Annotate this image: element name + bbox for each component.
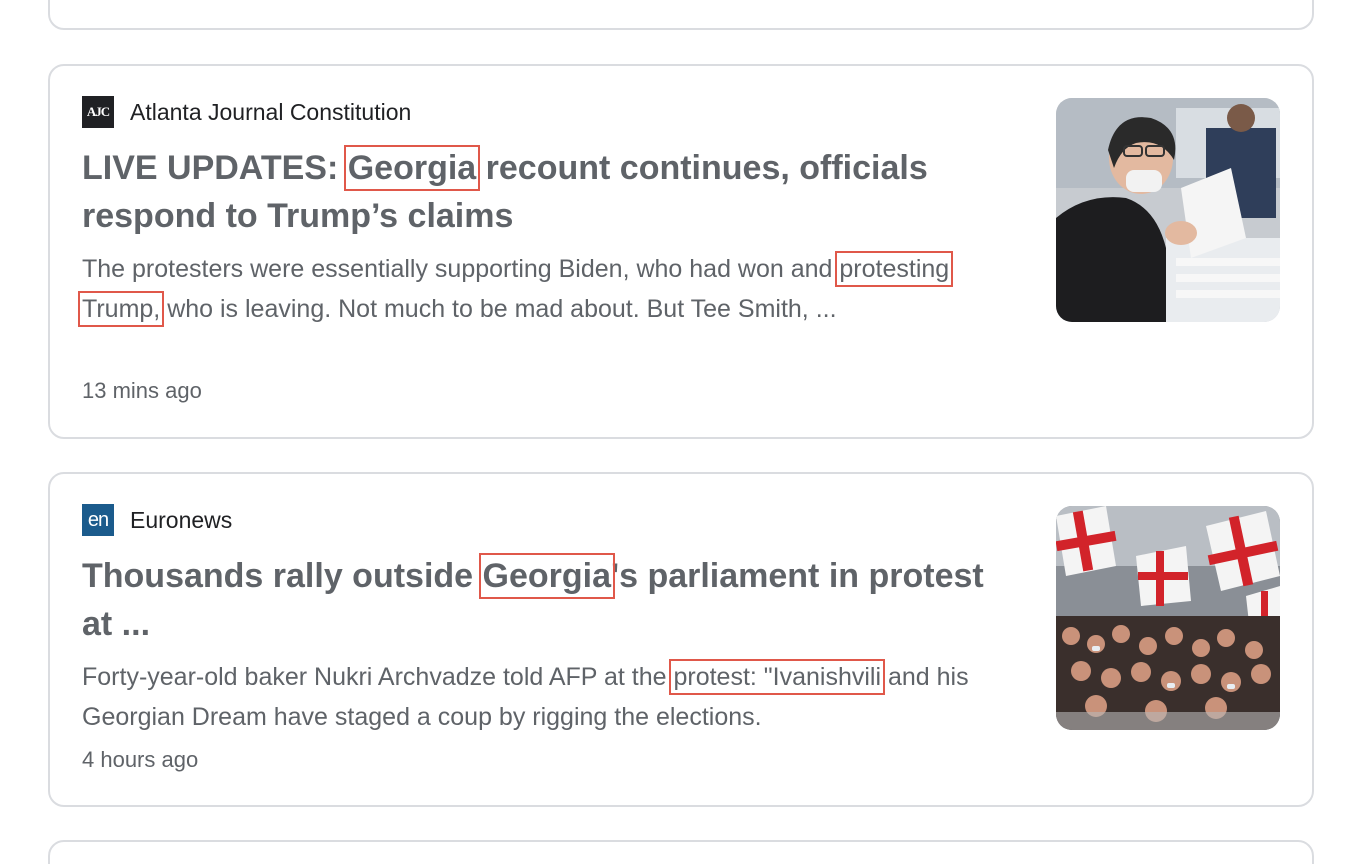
source-logo-icon: AJC bbox=[82, 96, 114, 128]
source-name: Euronews bbox=[130, 506, 233, 533]
news-card[interactable]: AJC Atlanta Journal Constitution LIVE UP… bbox=[48, 64, 1314, 439]
headline-link[interactable]: Thousands rally outside Georgia's parlia… bbox=[82, 552, 1022, 648]
headline-link[interactable]: LIVE UPDATES: Georgia recount continues,… bbox=[82, 144, 1022, 240]
timestamp: 4 hours ago bbox=[82, 747, 199, 772]
timestamp: 13 mins ago bbox=[82, 378, 202, 403]
snippet: Forty-year-old baker Nukri Archvadze tol… bbox=[82, 657, 982, 737]
snippet: The protesters were essentially supporti… bbox=[77, 249, 982, 329]
snippet-text: The protesters were essentially supporti… bbox=[82, 255, 840, 283]
snippet-text: who is leaving. Not much to be mad about… bbox=[160, 295, 837, 323]
thumbnail-image[interactable] bbox=[1056, 506, 1280, 730]
source-row: en Euronews bbox=[82, 504, 232, 536]
headline-text: Thousands rally outside bbox=[82, 557, 483, 595]
news-results-page: AJC Atlanta Journal Constitution LIVE UP… bbox=[0, 0, 1370, 864]
highlighted-term: Georgia bbox=[478, 553, 616, 599]
news-card-partial-top[interactable] bbox=[48, 0, 1314, 30]
source-logo-icon: en bbox=[82, 504, 114, 536]
source-name: Atlanta Journal Constitution bbox=[130, 98, 412, 125]
photo-crowd-with-flags bbox=[1056, 506, 1280, 730]
headline-text: LIVE UPDATES: bbox=[82, 149, 348, 187]
highlighted-term: Georgia bbox=[343, 145, 481, 191]
thumbnail-image[interactable] bbox=[1056, 98, 1280, 322]
news-card[interactable]: en Euronews Thousands rally outside Geor… bbox=[48, 472, 1314, 807]
source-row: AJC Atlanta Journal Constitution bbox=[82, 96, 411, 128]
news-card-partial-bottom[interactable] bbox=[48, 840, 1314, 864]
highlighted-term: protest: "Ivanishvili bbox=[669, 659, 886, 695]
snippet-text: Forty-year-old baker Nukri Archvadze tol… bbox=[82, 663, 674, 691]
photo-person-counting-ballots bbox=[1056, 98, 1280, 322]
